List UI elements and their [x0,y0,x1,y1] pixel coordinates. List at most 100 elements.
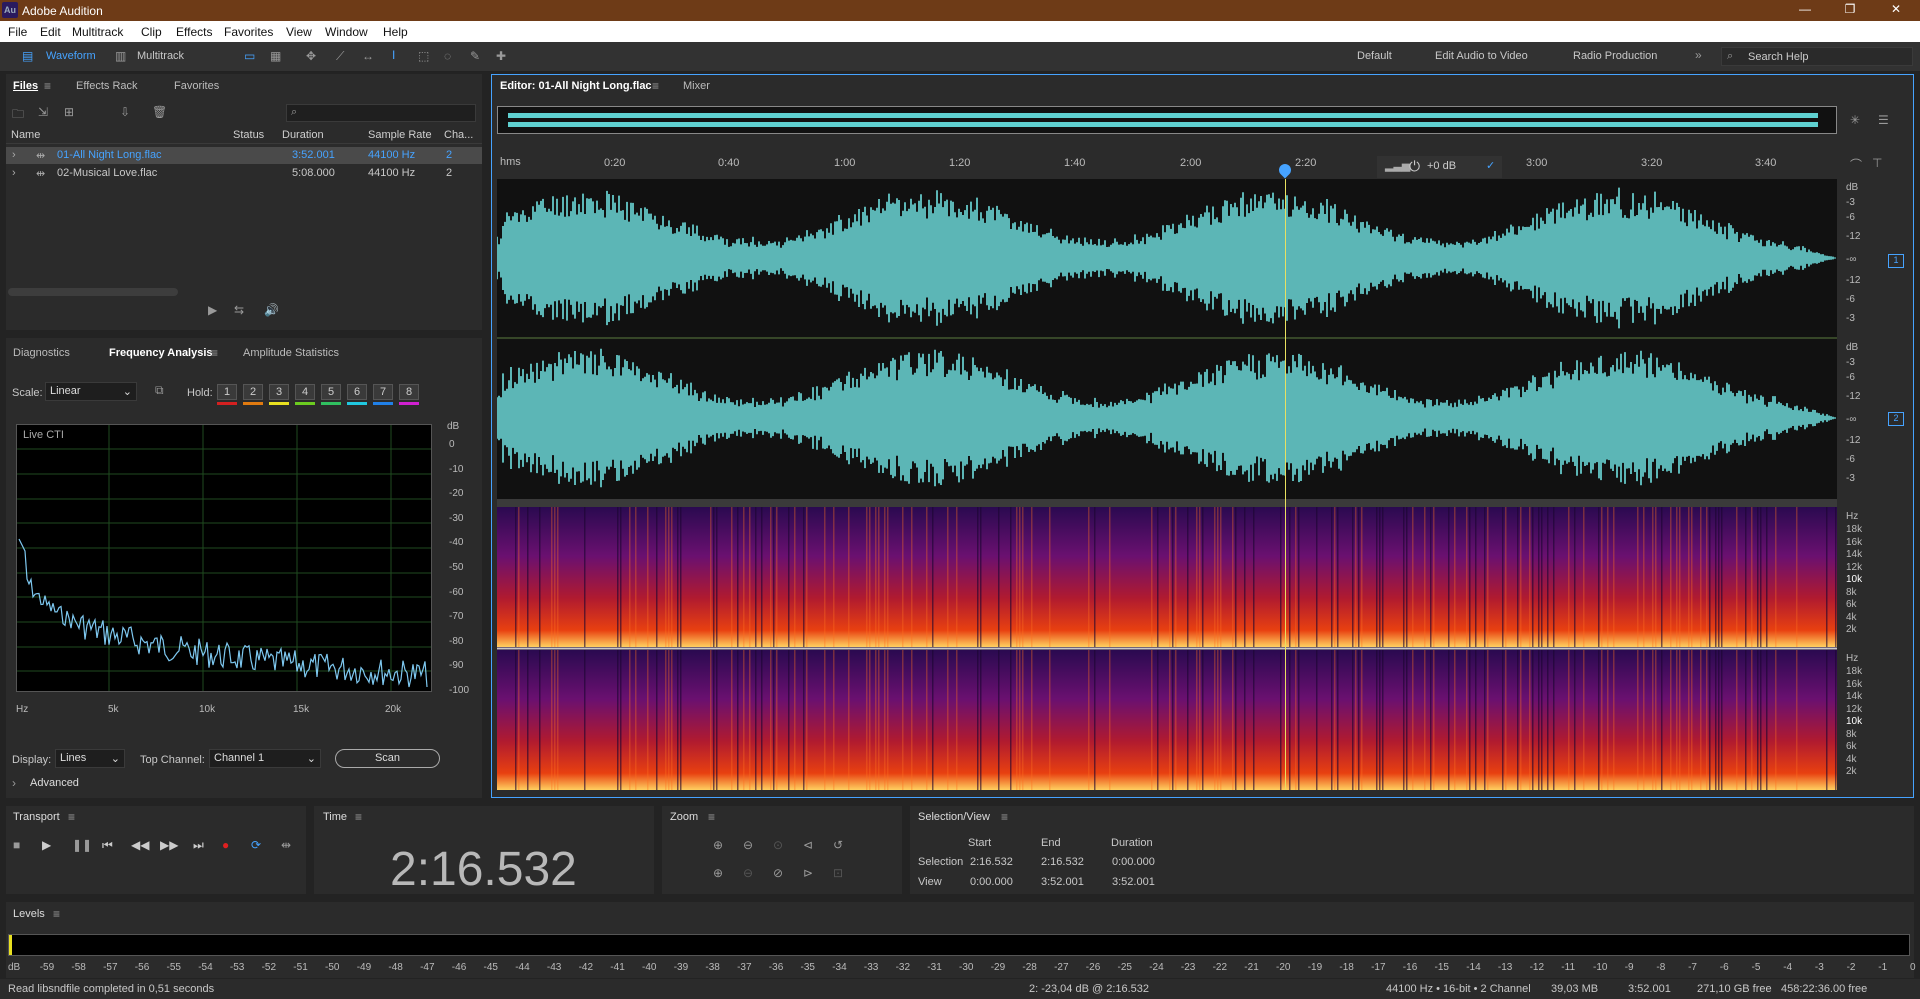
menu-help[interactable]: Help [383,25,408,39]
hold-button-7[interactable]: 7 [373,384,393,400]
waveform-display-icon[interactable]: ▭ [244,49,255,63]
record-icon[interactable]: ● [222,838,229,852]
zoom-out-amplitude-icon[interactable]: ⊖ [743,838,753,852]
workspace-edit-audio-video[interactable]: Edit Audio to Video [1435,50,1528,62]
overview-navigator[interactable] [497,106,1837,134]
waveform-display[interactable] [496,179,1837,499]
scan-button[interactable]: Scan [335,749,440,768]
insert-multitrack-icon[interactable]: ⇩ [120,105,130,119]
menu-favorites[interactable]: Favorites [224,25,273,39]
spot-healing-icon[interactable]: ✚ [496,49,506,63]
hold-button-5[interactable]: 5 [321,384,341,400]
panel-divider[interactable] [497,499,1837,507]
tab-files[interactable]: Files [13,80,38,92]
advanced-toggle[interactable]: Advanced [30,777,79,789]
brush-tool-icon[interactable]: ✎ [470,49,480,63]
files-search-input[interactable]: ⌕ [286,104,476,122]
playhead[interactable] [1285,179,1286,790]
workspace-default[interactable]: Default [1357,50,1392,62]
minimize-icon[interactable]: — [1795,2,1815,18]
loop-preview-icon[interactable]: ⇆ [234,303,244,317]
view-duration[interactable]: 3:52.001 [1112,876,1155,888]
move-tool-icon[interactable]: ✥ [306,49,316,63]
delete-icon[interactable]: 🗑 [152,105,167,119]
menu-effects[interactable]: Effects [176,25,212,39]
pin-icon[interactable]: ✓ [1486,159,1495,172]
menu-file[interactable]: File [8,25,27,39]
maximize-icon[interactable]: ❐ [1840,2,1860,18]
transport-menu-icon[interactable]: ≡ [68,810,75,824]
marker-icon[interactable]: ⊤ [1872,156,1882,170]
zoom-selection-icon[interactable]: ⊙ [773,838,783,852]
zoom-in-time-icon[interactable]: ⊕ [713,866,723,880]
move-to-next-icon[interactable]: ⏭ [193,838,204,853]
zoom-menu-icon[interactable]: ≡ [708,810,715,824]
levels-menu-icon[interactable]: ≡ [53,907,60,921]
hold-button-2[interactable]: 2 [243,384,263,400]
tab-editor[interactable]: Editor: 01-All Night Long.flac [500,80,652,92]
more-workspaces-icon[interactable]: » [1695,48,1702,62]
loop-playback-icon[interactable]: ⟳ [251,838,261,852]
zoom-fit-icon[interactable]: ⊡ [833,866,843,880]
time-selection-tool-icon[interactable]: I [392,48,395,62]
selection-start[interactable]: 2:16.532 [970,856,1013,868]
hold-button-6[interactable]: 6 [347,384,367,400]
menu-view[interactable]: View [286,25,312,39]
hold-button-1[interactable]: 1 [217,384,237,400]
waveform-button[interactable]: Waveform [46,50,96,62]
multitrack-view-icon[interactable]: ▥ [115,49,126,63]
zoom-in-amplitude-icon[interactable]: ⊕ [713,838,723,852]
view-end[interactable]: 3:52.001 [1041,876,1084,888]
display-select[interactable]: Lines ⌄ [55,749,125,768]
expand-icon[interactable]: › [12,149,16,161]
tab-effects-rack[interactable]: Effects Rack [76,80,138,92]
import-file-icon[interactable]: ⇲ [38,105,48,119]
zoom-reset-icon[interactable]: ↺ [833,838,843,852]
stop-icon[interactable]: ■ [13,838,20,852]
zoom-in-left-icon[interactable]: ⊲ [803,838,813,852]
new-file-icon[interactable]: ⊞ [64,105,74,119]
col-name[interactable]: Name [11,129,40,141]
spectral-display[interactable] [497,507,1837,790]
razor-tool-icon[interactable]: ⟋ [336,49,344,64]
hold-button-4[interactable]: 4 [295,384,315,400]
menu-window[interactable]: Window [325,25,368,39]
menu-clip[interactable]: Clip [141,25,162,39]
tab-amplitude-statistics[interactable]: Amplitude Statistics [243,347,339,359]
close-icon[interactable]: ✕ [1886,2,1906,18]
open-file-icon[interactable]: 🗀 [12,105,24,126]
horizontal-scrollbar[interactable] [8,288,178,296]
skip-selection-icon[interactable]: ⇹ [281,838,291,852]
play-preview-icon[interactable]: ▶ [208,303,217,317]
move-to-previous-icon[interactable]: ⏮ [102,838,113,853]
spectral-display-icon[interactable]: ▦ [270,49,281,63]
hud-volume[interactable]: ▂▃▅ ⏻ +0 dB ✓ [1377,156,1502,178]
snapshot-icon[interactable]: ⧉ [155,383,164,398]
selection-menu-icon[interactable]: ≡ [1001,810,1008,824]
hold-button-3[interactable]: 3 [269,384,289,400]
hold-button-8[interactable]: 8 [399,384,419,400]
selection-end[interactable]: 2:16.532 [1041,856,1084,868]
zoom-out-full-icon[interactable]: ⊘ [773,866,783,880]
marquee-tool-icon[interactable]: ⬚ [418,49,429,63]
editor-menu-icon[interactable]: ≡ [652,79,659,93]
pause-icon[interactable]: ❚❚ [72,838,92,852]
col-channels[interactable]: Cha... [444,129,473,141]
view-start[interactable]: 0:00.000 [970,876,1013,888]
snapping-icon[interactable]: ⌒ [1850,156,1862,173]
file-row[interactable]: › ⇹ 02-Musical Love.flac 5:08.000 44100 … [6,165,482,182]
workspace-radio-production[interactable]: Radio Production [1573,50,1657,62]
menu-edit[interactable]: Edit [40,25,61,39]
file-row[interactable]: › ⇹ 01-All Night Long.flac 3:52.001 4410… [6,147,482,164]
panel-options-icon[interactable]: ☰ [1878,113,1889,127]
play-icon[interactable]: ▶ [42,838,51,852]
col-duration[interactable]: Duration [282,129,324,141]
files-panel-menu-icon[interactable]: ≡ [44,79,51,93]
scale-select[interactable]: Linear ⌄ [45,382,137,401]
time-menu-icon[interactable]: ≡ [355,810,362,824]
col-sample-rate[interactable]: Sample Rate [368,129,432,141]
lasso-tool-icon[interactable]: ◌ [444,49,451,63]
tab-favorites[interactable]: Favorites [174,80,219,92]
multitrack-button[interactable]: Multitrack [137,50,184,62]
expand-icon[interactable]: › [12,776,16,790]
